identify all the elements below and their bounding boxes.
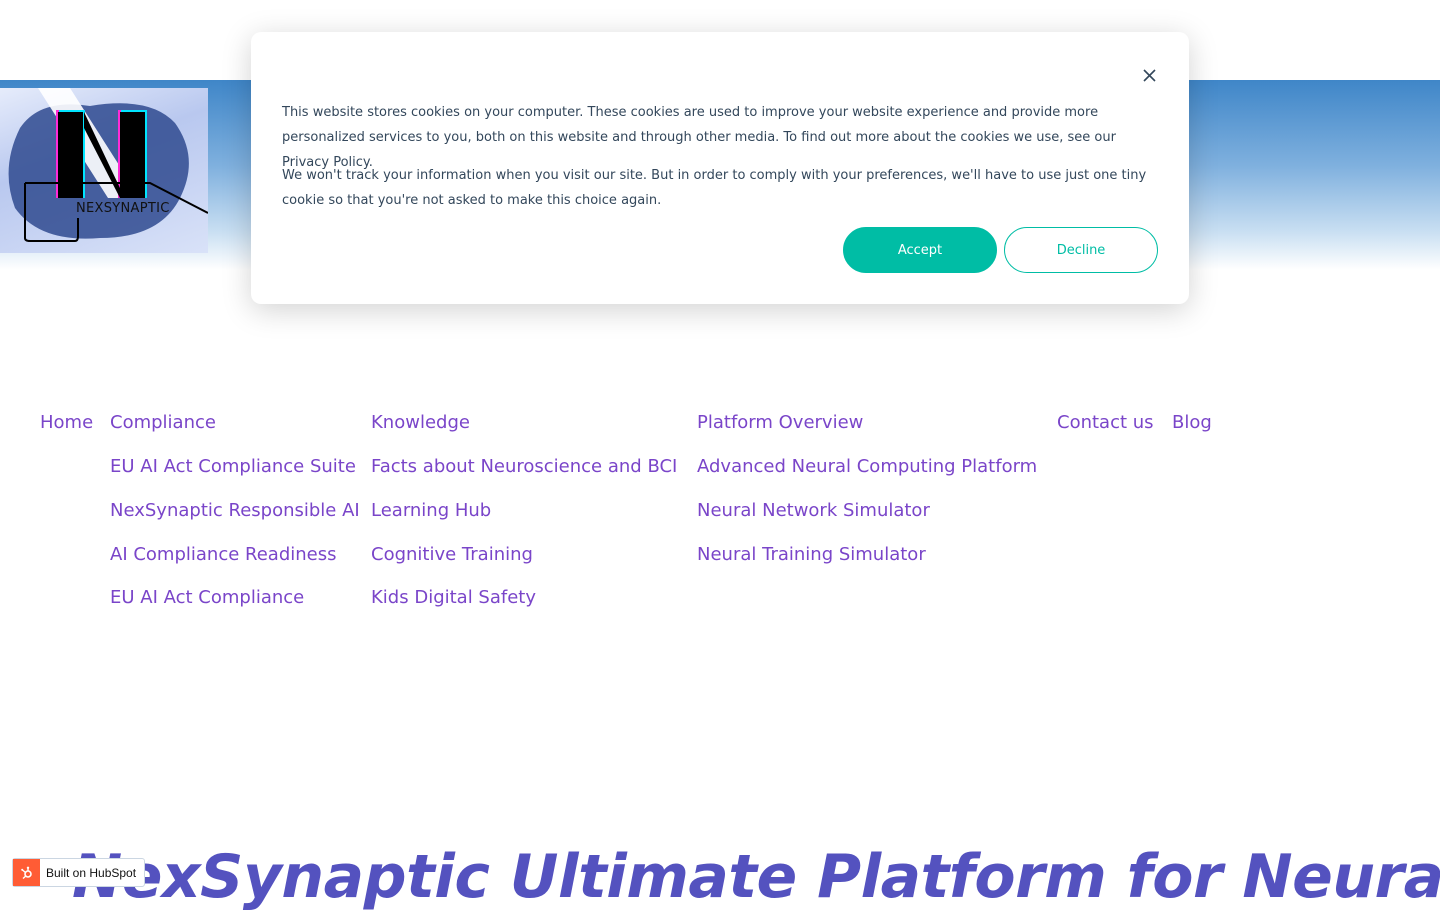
nav-platform[interactable]: Platform Overview [697, 412, 863, 433]
nav-compliance-item[interactable]: EU AI Act Compliance [110, 587, 304, 608]
hubspot-badge[interactable]: Built on HubSpot [12, 858, 146, 887]
nav-home[interactable]: Home [40, 412, 93, 433]
nav-knowledge-item[interactable]: Cognitive Training [371, 544, 533, 565]
decline-button[interactable]: Decline [1004, 227, 1158, 273]
nav-compliance-item[interactable]: AI Compliance Readiness [110, 544, 337, 565]
nav-contact[interactable]: Contact us [1057, 412, 1154, 433]
close-icon [1142, 68, 1156, 82]
hubspot-sprocket-icon [13, 859, 40, 886]
nav-platform-item[interactable]: Neural Training Simulator [697, 544, 926, 565]
nav-compliance-item[interactable]: EU AI Act Compliance Suite [110, 456, 356, 477]
nav-knowledge[interactable]: Knowledge [371, 412, 470, 433]
site-logo[interactable]: NEXSYNAPTIC [0, 88, 208, 253]
hubspot-label: Built on HubSpot [46, 865, 137, 880]
hero-title: NexSynaptic Ultimate Platform for Neural [72, 842, 1440, 912]
cookie-banner: This website stores cookies on your comp… [251, 32, 1189, 304]
logo-text: NEXSYNAPTIC [76, 201, 170, 216]
nav-knowledge-item[interactable]: Learning Hub [371, 500, 491, 521]
logo-graphic-icon [8, 88, 208, 242]
nav-blog[interactable]: Blog [1172, 412, 1212, 433]
cookie-close-button[interactable] [1137, 63, 1161, 87]
nav-platform-item[interactable]: Neural Network Simulator [697, 500, 930, 521]
nav-platform-item[interactable]: Advanced Neural Computing Platform [697, 456, 1037, 477]
cookie-text-2: We won't track your information when you… [282, 168, 1147, 208]
nav-compliance-item[interactable]: NexSynaptic Responsible AI [110, 500, 360, 521]
nav-knowledge-item[interactable]: Kids Digital Safety [371, 587, 536, 608]
accept-button[interactable]: Accept [843, 227, 997, 273]
nav-compliance[interactable]: Compliance [110, 412, 216, 433]
nav-knowledge-item[interactable]: Facts about Neuroscience and BCI [371, 456, 677, 477]
